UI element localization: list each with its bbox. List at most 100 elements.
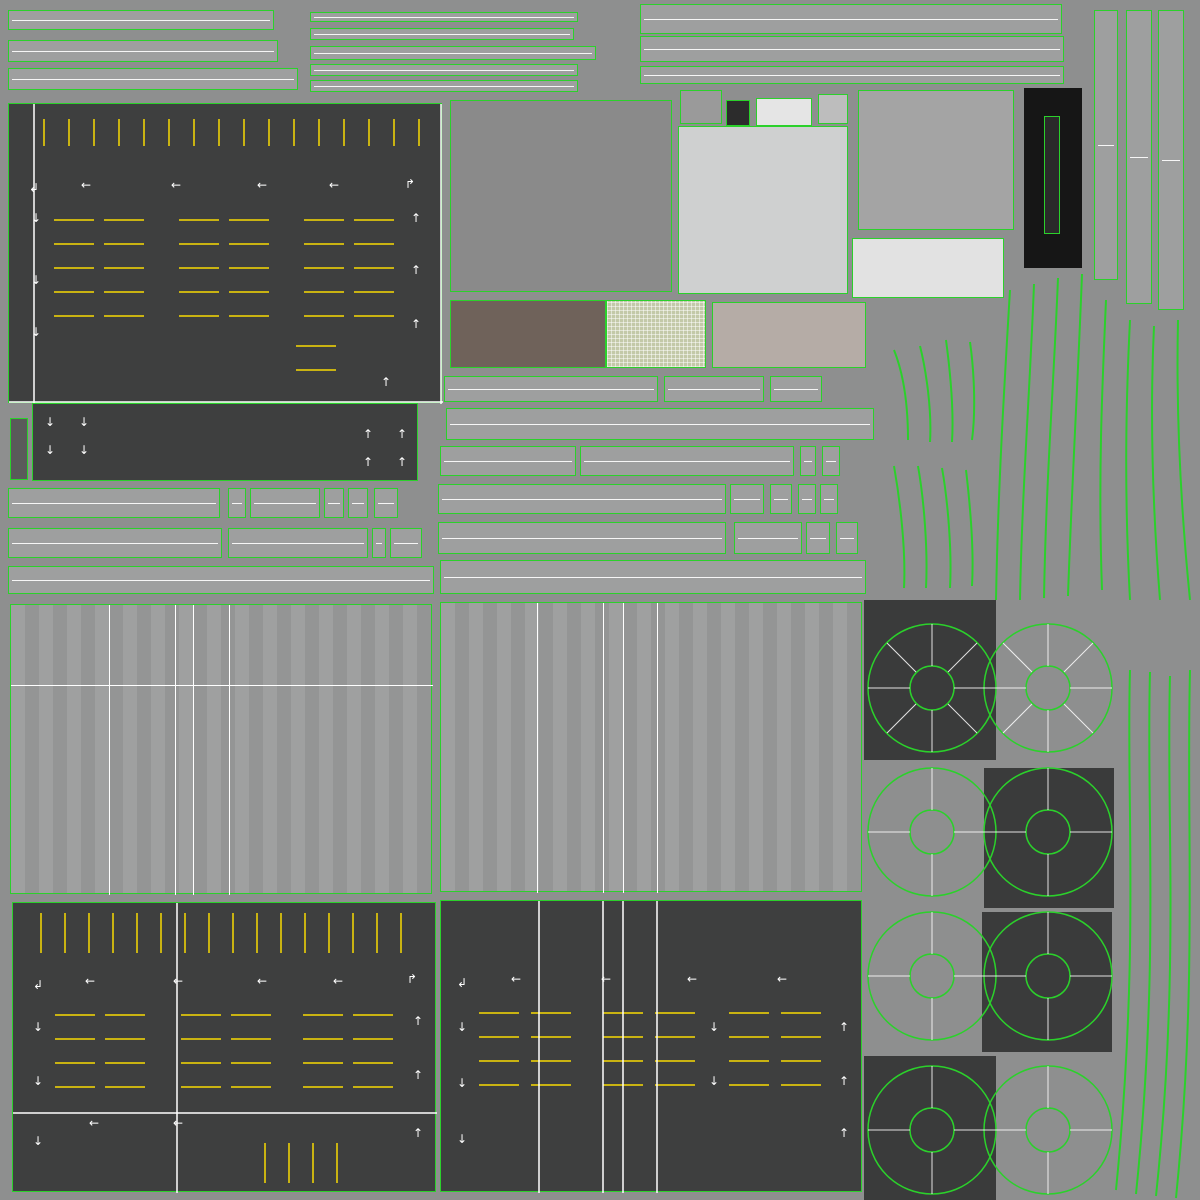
parking-deck-lower-right: ↲ ← ← ← ← ↓ ↓ ↓ ↓ ↓ ↑ ↑ ↑ — [440, 900, 862, 1193]
slab-line — [603, 603, 604, 893]
building-detail-panel — [726, 100, 750, 126]
arrow-down-icon: ↓ — [45, 443, 56, 457]
uv-strip — [324, 488, 344, 518]
uv-strip — [438, 484, 726, 514]
arrow-up-icon: ↑ — [839, 1074, 850, 1088]
concrete-slab-left — [10, 604, 433, 895]
uv-strip — [8, 528, 222, 558]
arrow-left-icon: ← — [601, 972, 612, 986]
uv-strip — [770, 484, 792, 514]
parking-deck-upper: ← ← ← ← ↱ ↲ ↓ ↓ ↓ ↑ ↑ ↑ ↑ — [8, 103, 443, 404]
slab-line — [175, 605, 176, 895]
uv-strip — [798, 484, 816, 514]
uv-strip — [730, 484, 764, 514]
uv-strip — [374, 488, 398, 518]
arrow-down-icon: ↓ — [709, 1020, 720, 1034]
arrow-down-icon: ↓ — [457, 1076, 468, 1090]
arrow-down-icon: ↓ — [31, 325, 42, 339]
arrow-down-icon: ↓ — [79, 415, 90, 429]
corner-arrow-icon: ↱ — [407, 972, 418, 986]
arrow-left-icon: ← — [687, 972, 698, 986]
arrow-up-icon: ↑ — [839, 1126, 850, 1140]
arrow-up-icon: ↑ — [413, 1068, 424, 1082]
arrow-up-icon: ↑ — [839, 1020, 850, 1034]
arrow-down-icon: ↓ — [79, 443, 90, 457]
arrow-left-icon: ← — [89, 1116, 100, 1130]
curved-ramp-strips — [1115, 669, 1191, 1199]
slab-line — [537, 603, 538, 893]
arrow-left-icon: ← — [173, 1116, 184, 1130]
roof-panel-gray — [450, 100, 672, 292]
light-strip-panel — [1044, 116, 1060, 234]
parking-deck-lower-left: ← ← ← ← ↱ ↲ ↓ ↓ ↓ ↑ ↑ ↑ ← ← — [12, 902, 437, 1193]
uv-strip — [310, 64, 578, 76]
uv-strip — [822, 446, 840, 476]
uv-texture-atlas: ← ← ← ← ↱ ↲ ↓ ↓ ↓ ↑ ↑ ↑ ↑ ↓ ↓ ↓ ↓ ↑ ↑ ↑ … — [0, 0, 1200, 1200]
uv-strip — [664, 376, 764, 402]
uv-strip — [8, 566, 434, 594]
uv-strip — [310, 12, 578, 22]
arrow-down-icon: ↓ — [709, 1074, 720, 1088]
slab-line — [109, 605, 110, 895]
arrow-up-icon: ↑ — [397, 455, 408, 469]
yellow-stall-lines — [479, 1012, 821, 1086]
uv-strip — [8, 488, 220, 518]
arrow-up-icon: ↑ — [363, 455, 374, 469]
arrow-up-icon: ↑ — [381, 375, 392, 389]
yellow-stall-lines — [43, 119, 420, 371]
parking-deck-markings — [9, 104, 443, 404]
corner-arrow-icon: ↲ — [29, 181, 40, 195]
building-detail-panel — [818, 94, 848, 124]
yellow-stall-lines — [40, 913, 402, 1183]
corner-arrow-icon: ↱ — [405, 177, 416, 191]
uv-strip — [250, 488, 320, 518]
arrow-up-icon: ↑ — [411, 263, 422, 277]
building-detail-panel — [680, 90, 722, 124]
uv-strip — [372, 528, 386, 558]
arrow-left-icon: ← — [511, 972, 522, 986]
uv-strip — [1094, 10, 1118, 280]
slab-line — [193, 605, 194, 895]
brown-concrete-panel — [450, 300, 606, 368]
parking-deck-markings — [479, 901, 821, 1193]
arrow-left-icon: ← — [171, 178, 182, 192]
uv-strip — [8, 10, 274, 30]
building-sign-panel — [756, 98, 812, 126]
corner-arrow-icon: ↲ — [457, 976, 468, 990]
uv-strip — [1158, 10, 1184, 310]
arrow-up-icon: ↑ — [411, 317, 422, 331]
uv-strip — [8, 40, 278, 62]
arrow-down-icon: ↓ — [45, 415, 56, 429]
arrow-down-icon: ↓ — [31, 211, 42, 225]
slab-line — [11, 685, 433, 686]
arrow-up-icon: ↑ — [363, 427, 374, 441]
uv-strip — [348, 488, 368, 518]
uv-strip — [640, 66, 1064, 84]
small-light-fixture — [10, 418, 28, 480]
uv-strip — [640, 36, 1064, 62]
arrow-left-icon: ← — [173, 974, 184, 988]
uv-strip — [446, 408, 874, 440]
slab-line — [623, 603, 624, 893]
uv-strip — [580, 446, 794, 476]
arrow-down-icon: ↓ — [33, 1020, 44, 1034]
arrow-down-icon: ↓ — [33, 1074, 44, 1088]
arrow-left-icon: ← — [329, 178, 340, 192]
arrow-down-icon: ↓ — [31, 273, 42, 287]
corner-arrow-icon: ↲ — [33, 978, 44, 992]
arrow-left-icon: ← — [257, 178, 268, 192]
curved-ramp-strips-upper — [893, 273, 1191, 600]
arrow-up-icon: ↑ — [413, 1014, 424, 1028]
uv-strip — [640, 4, 1062, 34]
arrow-left-icon: ← — [85, 974, 96, 988]
uv-strip — [310, 28, 574, 40]
uv-strip — [836, 522, 858, 554]
uv-strip — [310, 80, 578, 92]
uv-strip — [734, 522, 802, 554]
stained-concrete-panel — [712, 302, 866, 368]
arrow-down-icon: ↓ — [33, 1134, 44, 1148]
parking-entry-lane: ↓ ↓ ↓ ↓ ↑ ↑ ↑ ↑ — [32, 403, 418, 481]
uv-strip — [440, 446, 576, 476]
roof-outline-panel — [858, 90, 1014, 230]
arrow-up-icon: ↑ — [413, 1126, 424, 1140]
